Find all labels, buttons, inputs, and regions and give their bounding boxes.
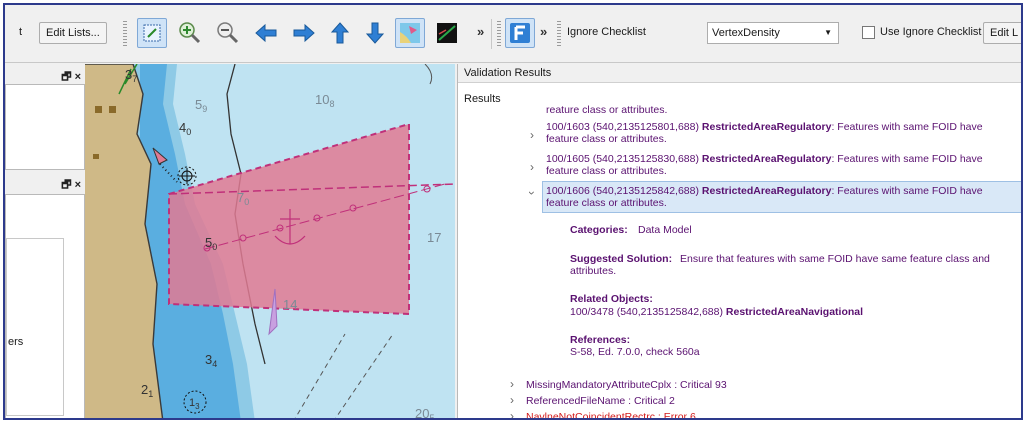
fxy-chevron[interactable]: »: [540, 24, 547, 39]
toolbar-grip-3[interactable]: [557, 21, 561, 47]
ignore-checklist-value: VertexDensity: [712, 27, 780, 39]
related-object-link[interactable]: 100/3478 (540,2135125842,688) Restricted…: [570, 306, 863, 318]
building-1: [95, 106, 102, 113]
suggested-solution-line1: Ensure that features with same FOID have…: [680, 253, 990, 265]
pan-left-icon: [255, 23, 277, 43]
night-mode-icon: [437, 23, 457, 43]
references-label: References:: [570, 334, 631, 346]
result-item-1605-cont: feature class or attributes.: [546, 165, 667, 177]
sounding-12: 205: [415, 406, 434, 420]
category-navline-not-coincident[interactable]: NavlneNotCoincidentRectrc : Error 6: [526, 411, 696, 418]
chevron-right-icon[interactable]: ›: [510, 377, 514, 391]
truncated-toolbar-label[interactable]: t: [19, 26, 22, 38]
leading-line-2: [335, 333, 394, 418]
zoom-in-button[interactable]: [175, 18, 205, 48]
chevron-right-icon[interactable]: ›: [510, 409, 514, 418]
result-item-1605[interactable]: 100/1605 (540,2135125830,688) Restricted…: [546, 153, 983, 165]
pan-up-icon: [330, 22, 350, 44]
suggested-solution-label: Suggested Solution:: [570, 253, 673, 265]
pan-left-button[interactable]: [251, 18, 281, 48]
select-box-icon: [143, 24, 161, 42]
leading-line-1: [294, 333, 346, 418]
nautical-chart-view[interactable]: 37 59 108 40 70 50 17 14 34 21 13 205: [85, 64, 455, 420]
left-panel-list: [6, 238, 64, 416]
sounding-3: 108: [315, 92, 334, 109]
ignore-checklist-label: Ignore Checklist: [567, 26, 646, 38]
suggested-solution-line2: attributes.: [570, 265, 617, 277]
overflow-chevron[interactable]: »: [477, 24, 484, 39]
f-button-icon: [510, 23, 530, 43]
sounding-4: 40: [179, 120, 191, 137]
edit-truncated-button[interactable]: Edit L: [983, 22, 1021, 44]
sounding-2: 59: [195, 97, 207, 114]
zoom-out-button[interactable]: [213, 18, 243, 48]
result-item-1606[interactable]: 100/1606 (540,2135125842,688) Restricted…: [546, 185, 983, 197]
panel-title: Validation Results: [458, 64, 1021, 83]
chevron-right-icon[interactable]: ›: [510, 393, 514, 407]
panel2-float-close[interactable]: 🗗 ×: [61, 176, 81, 195]
toolbar-separator: [491, 19, 492, 49]
chevron-right-icon[interactable]: ›: [530, 160, 534, 174]
chart-canvas: 37 59 108 40 70 50 17 14 34 21 13 205: [85, 64, 455, 420]
categories-value: Data Model: [638, 224, 692, 236]
result-item-1603[interactable]: 100/1603 (540,2135125801,688) Restricted…: [546, 121, 983, 133]
s57-chart-button[interactable]: [395, 18, 425, 48]
pan-right-button[interactable]: [289, 18, 319, 48]
toolbar: t Edit Lists... » » Ignore Checklist Ver…: [5, 5, 1021, 63]
zoom-out-icon: [217, 22, 239, 44]
category-missing-mandatory[interactable]: MissingMandatoryAttributeCplx : Critical…: [526, 379, 727, 391]
validation-results-panel: Validation Results Results reature class…: [457, 64, 1021, 418]
building-2: [109, 106, 116, 113]
partial-line: reature class or attributes.: [546, 104, 668, 116]
related-objects-label: Related Objects:: [570, 293, 653, 305]
category-referenced-file[interactable]: ReferencedFileName : Critical 2: [526, 395, 675, 407]
select-box-button[interactable]: [137, 18, 167, 48]
result-item-1606-cont: feature class or attributes.: [546, 197, 667, 209]
chevron-right-icon[interactable]: ›: [530, 128, 534, 142]
sounding-8: 14: [283, 297, 297, 312]
ignore-checklist-select[interactable]: VertexDensity ▼: [707, 22, 839, 44]
categories-label: Categories:: [570, 224, 628, 236]
s57-chart-icon: [400, 23, 420, 43]
chevron-down-icon[interactable]: ›: [525, 191, 539, 195]
chevron-down-icon: ▼: [824, 28, 832, 37]
pan-down-button[interactable]: [360, 18, 390, 48]
night-mode-button[interactable]: [432, 18, 462, 48]
results-tree-root[interactable]: Results: [464, 93, 501, 105]
pan-down-icon: [365, 22, 385, 44]
use-ignore-checklist-label[interactable]: Use Ignore Checklist: [880, 26, 982, 38]
result-item-1603-cont: feature class or attributes.: [546, 133, 667, 145]
pan-right-icon: [293, 23, 315, 43]
left-dock: 🗗 × 🗗 × ers: [5, 64, 85, 418]
building-3: [93, 154, 99, 159]
contour-arc: [424, 64, 433, 85]
pan-up-button[interactable]: [325, 18, 355, 48]
left-panel-1: [5, 84, 85, 170]
references-value: S-58, Ed. 7.0.0, check 560a: [570, 346, 700, 358]
sounding-7: 17: [427, 230, 441, 245]
use-ignore-checklist-checkbox[interactable]: [862, 26, 875, 39]
left-panel-truncated-text: ers: [8, 336, 24, 348]
toolbar-grip-2[interactable]: [497, 21, 501, 47]
left-panel-2: ers: [5, 194, 85, 418]
zoom-in-icon: [179, 22, 201, 44]
f-button[interactable]: [505, 18, 535, 48]
app-window: t Edit Lists... » » Ignore Checklist Ver…: [3, 3, 1023, 420]
toolbar-grip[interactable]: [123, 21, 127, 47]
edit-lists-button[interactable]: Edit Lists...: [39, 22, 107, 44]
